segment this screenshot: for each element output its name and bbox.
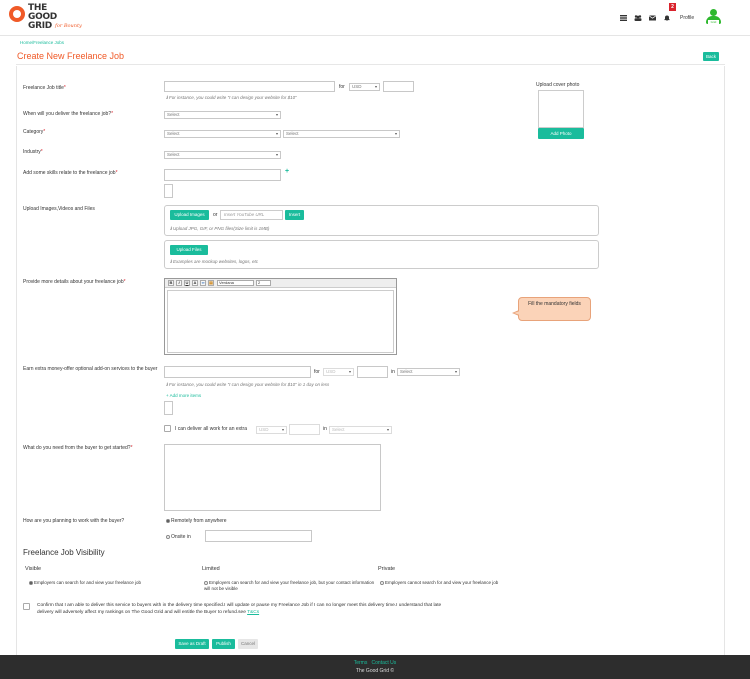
addon-list-box: [164, 401, 173, 415]
grid-icon[interactable]: [620, 15, 627, 21]
job-title-input[interactable]: [164, 81, 335, 92]
rich-text-editor: B I U A ∞ ▤ Verdana 2: [164, 278, 397, 355]
extra-checkbox[interactable]: [164, 425, 171, 432]
back-button[interactable]: Back: [703, 52, 719, 61]
details-textarea[interactable]: [167, 290, 394, 353]
logo-mark-icon: [9, 6, 25, 22]
form-frame: [16, 66, 725, 655]
addon-currency-select[interactable]: USD: [323, 368, 354, 376]
work-mode-label: How are you planning to work with the bu…: [23, 518, 125, 524]
youtube-url-input[interactable]: Insert YouTube URL: [220, 210, 283, 220]
job-title-label: Freelance Job title*: [23, 85, 66, 91]
extra-price-input[interactable]: [289, 424, 320, 435]
upload-label: Upload Images,Videos and Files: [23, 206, 95, 212]
editor-toolbar: B I U A ∞ ▤ Verdana 2: [165, 279, 396, 288]
addon-label: Earn extra money-offer optional add-on s…: [23, 366, 158, 372]
cover-photo-preview: [538, 90, 584, 128]
extra-in-text: in: [323, 426, 327, 432]
remote-radio[interactable]: Remotely from anywhere: [166, 518, 227, 524]
upload-images-button[interactable]: Upload Images: [170, 210, 209, 220]
terms-link[interactable]: T&Cs: [247, 610, 259, 615]
highlight-icon[interactable]: ▤: [208, 280, 214, 286]
price-input[interactable]: [383, 81, 414, 92]
font-color-icon[interactable]: A: [192, 280, 198, 286]
subcategory-select[interactable]: Select: [283, 130, 400, 138]
limited-title: Limited: [202, 566, 220, 572]
skills-label: Add some skills relate to the freelance …: [23, 170, 118, 176]
logo-title: THE GOOD GRID: [28, 3, 57, 31]
currency-select[interactable]: USD: [349, 83, 380, 91]
font-family-select[interactable]: Verdana: [217, 280, 254, 286]
category-label: Category*: [23, 129, 46, 135]
files-hint: ℹ Examples are mockup websites, logos, e…: [170, 259, 259, 264]
add-more-items-link[interactable]: + Add more items: [166, 393, 201, 398]
underline-icon[interactable]: U: [184, 280, 190, 286]
bold-icon[interactable]: B: [168, 280, 174, 286]
mandatory-fields-callout: Fill the mandatory fields: [512, 297, 591, 321]
logo-subtitle: for Bounty: [55, 23, 82, 29]
cover-photo-label: Upload cover photo: [536, 82, 580, 88]
skills-input[interactable]: [164, 169, 281, 181]
add-photo-button[interactable]: Add Photo: [538, 128, 584, 139]
title-hint: ℹ For instance, you could write "I can d…: [166, 95, 297, 100]
save-draft-button[interactable]: Save as Draft: [175, 639, 209, 649]
industry-label: Industry*: [23, 149, 43, 155]
addon-delivery-select[interactable]: Select: [397, 368, 460, 376]
upload-files-button[interactable]: Upload Files: [170, 245, 208, 255]
buyer-needs-textarea[interactable]: [164, 444, 381, 511]
add-skill-plus-icon[interactable]: +: [285, 168, 289, 175]
private-radio[interactable]: Employers cannot search for and view you…: [380, 580, 550, 586]
addon-title-input[interactable]: [164, 366, 311, 378]
visibility-heading: Freelance Job Visibility: [23, 548, 105, 557]
extra-currency-select[interactable]: USD: [256, 426, 287, 434]
limited-radio[interactable]: Employers can search for and view your f…: [204, 580, 376, 592]
italic-icon[interactable]: I: [176, 280, 182, 286]
avatar[interactable]: Grid: [706, 9, 721, 26]
category-select[interactable]: Select: [164, 130, 281, 138]
industry-select[interactable]: Select: [164, 151, 281, 159]
extra-label: I can deliver all work for an extra: [175, 426, 247, 432]
insert-button[interactable]: Insert: [285, 210, 304, 220]
onsite-location-input[interactable]: [205, 530, 312, 542]
onsite-radio[interactable]: Onsite in: [166, 534, 191, 540]
bell-icon[interactable]: [663, 15, 670, 22]
delivery-select[interactable]: Select: [164, 111, 281, 119]
avatar-tag: Grid: [708, 20, 719, 24]
confirm-text: Confirm that I am able to deliver this s…: [37, 603, 442, 615]
addon-price-input[interactable]: [357, 366, 388, 378]
addon-hint: ℹ For instance, you could write "I can d…: [166, 382, 330, 387]
mail-icon[interactable]: [648, 15, 657, 21]
buyer-needs-label: What do you need from the buyer to get s…: [23, 445, 133, 451]
details-label: Provide more details about your freelanc…: [23, 279, 126, 285]
notification-badge[interactable]: 2: [669, 3, 676, 11]
footer-links: Terms Contact Us: [0, 660, 750, 666]
publish-button[interactable]: Publish: [212, 639, 235, 649]
upload-hint: ℹ Upload JPG, GIF, or PNG files(Size lim…: [170, 226, 270, 231]
private-title: Private: [378, 566, 396, 572]
top-navbar: THE GOOD GRID for Bounty 2 Profile Grid: [0, 0, 750, 36]
delivery-label: When will you deliver the freelance job?…: [23, 111, 114, 117]
visible-title: Visible: [25, 566, 42, 572]
footer: Terms Contact Us The Good Grid ©: [0, 655, 750, 679]
footer-copyright: The Good Grid ©: [355, 668, 395, 674]
title-for-text: for: [339, 84, 345, 90]
addon-for-text: for: [314, 369, 320, 375]
cancel-button[interactable]: Cancel: [238, 639, 258, 649]
page-title: Create New Freelance Job: [17, 51, 125, 61]
contact-footer-link[interactable]: Contact Us: [372, 660, 397, 666]
breadcrumb[interactable]: Home/Freelance Jobs: [20, 40, 64, 45]
extra-delivery-select[interactable]: Select: [329, 426, 392, 434]
visible-radio[interactable]: Employers can search for and view your f…: [29, 580, 199, 586]
skills-list-box: [164, 184, 173, 198]
link-icon[interactable]: ∞: [200, 280, 206, 286]
or-text: or: [213, 212, 218, 218]
font-size-select[interactable]: 2: [256, 280, 271, 286]
terms-footer-link[interactable]: Terms: [354, 660, 368, 666]
title-divider: [16, 64, 725, 65]
logo[interactable]: THE GOOD GRID for Bounty: [9, 4, 91, 34]
confirm-checkbox[interactable]: [23, 603, 30, 610]
addon-in-text: in: [391, 369, 395, 375]
profile-link[interactable]: Profile: [680, 15, 694, 21]
users-icon[interactable]: [634, 15, 642, 21]
